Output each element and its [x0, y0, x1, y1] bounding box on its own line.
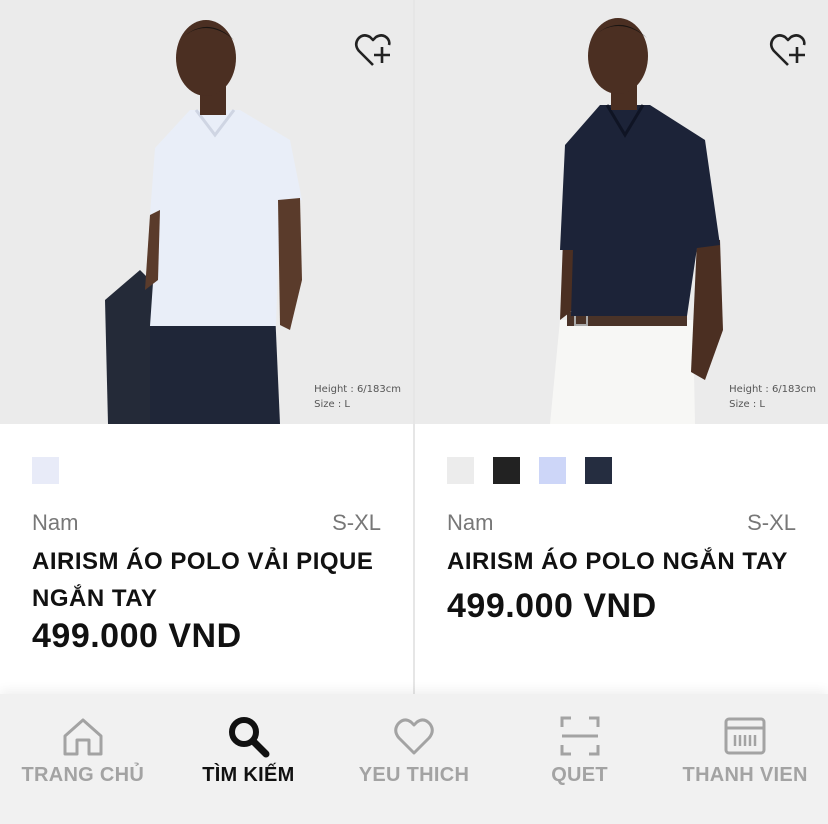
nav-item-home[interactable]: TRANG CHỦ — [0, 694, 166, 824]
model-info: Height : 6/183cm Size : L — [729, 382, 816, 412]
product-meta: Nam S-XL — [447, 510, 796, 536]
product-price: 499.000 VND — [32, 617, 242, 655]
color-swatch[interactable] — [447, 457, 474, 484]
heart-plus-icon[interactable] — [768, 30, 808, 70]
product-image[interactable]: Height : 6/183cm Size : L — [0, 0, 413, 424]
model-height: Height : 6/183cm — [729, 384, 816, 395]
model-photo — [550, 18, 723, 424]
product-gender: Nam — [32, 510, 79, 535]
scan-icon — [560, 716, 600, 756]
product-name-line: NGẮN TAY — [32, 585, 158, 612]
product-sizes: S-XL — [747, 510, 796, 535]
product-sizes: S-XL — [332, 510, 381, 535]
color-swatch[interactable] — [32, 457, 59, 484]
color-swatch[interactable] — [539, 457, 566, 484]
product-meta: Nam S-XL — [32, 510, 381, 536]
nav-item-favorites[interactable]: YEU THICH — [331, 694, 497, 824]
product-card[interactable]: Height : 6/183cm Size : L Nam S-XL AIRIS… — [415, 0, 828, 694]
nav-item-member[interactable]: THANH VIEN — [662, 694, 828, 824]
product-image[interactable]: Height : 6/183cm Size : L — [415, 0, 828, 424]
product-card[interactable]: Height : 6/183cm Size : L Nam S-XL AIRIS… — [0, 0, 413, 694]
home-icon — [63, 718, 103, 756]
color-swatch[interactable] — [585, 457, 612, 484]
model-photo — [105, 20, 302, 424]
search-icon — [229, 717, 270, 758]
nav-item-scan[interactable]: QUET — [497, 694, 663, 824]
member-card-icon — [724, 717, 766, 755]
model-size: Size : L — [314, 399, 350, 410]
nav-label: YEU THICH — [358, 764, 470, 786]
color-swatches — [447, 457, 612, 484]
product-grid: Height : 6/183cm Size : L Nam S-XL AIRIS… — [0, 0, 828, 694]
product-price: 499.000 VND — [447, 587, 657, 625]
heart-plus-icon[interactable] — [353, 30, 393, 70]
product-gender: Nam — [447, 510, 494, 535]
model-height: Height : 6/183cm — [314, 384, 401, 395]
nav-item-search[interactable]: TÌM KIẾM — [166, 694, 332, 824]
product-name-line: AIRISM ÁO POLO VẢI PIQUE — [32, 548, 374, 575]
bottom-navigation: TRANG CHỦ TÌM KIẾM YEU THICH QUET THANH … — [0, 694, 828, 824]
nav-label: TÌM KIẾM — [202, 764, 295, 786]
color-swatches — [32, 457, 59, 484]
nav-label: TRANG CHỦ — [21, 764, 145, 786]
color-swatch[interactable] — [493, 457, 520, 484]
model-info: Height : 6/183cm Size : L — [314, 382, 401, 412]
product-name[interactable]: AIRISM ÁO POLO NGẮN TAY — [447, 543, 804, 580]
model-size: Size : L — [729, 399, 765, 410]
nav-label: THANH VIEN — [682, 764, 808, 786]
heart-icon — [394, 718, 434, 755]
product-name-line: AIRISM ÁO POLO NGẮN TAY — [447, 548, 788, 575]
product-name[interactable]: AIRISM ÁO POLO VẢI PIQUE NGẮN TAY — [32, 543, 389, 617]
nav-label: QUET — [551, 764, 608, 786]
